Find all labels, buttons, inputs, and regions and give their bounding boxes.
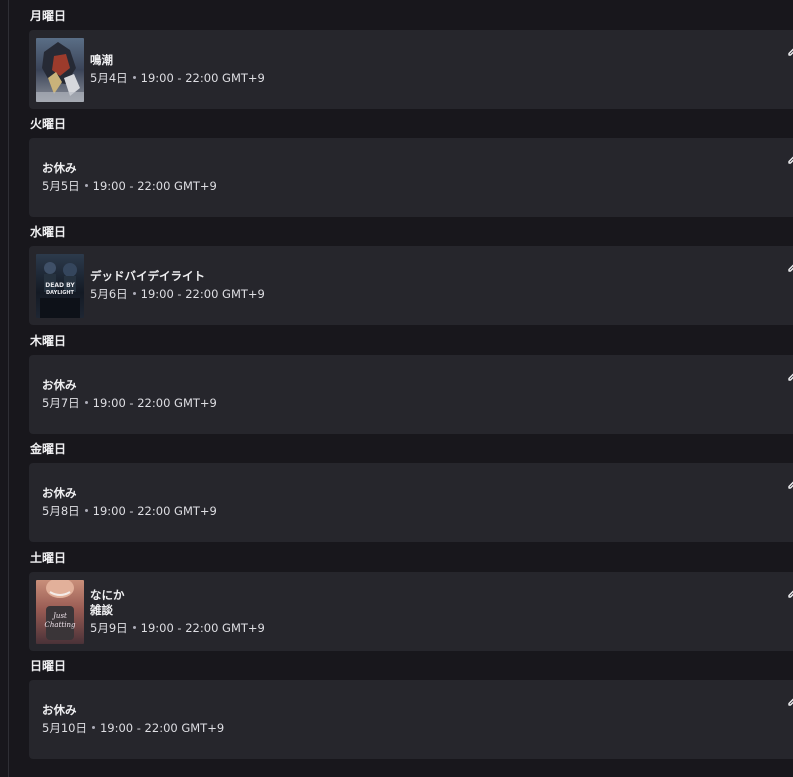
stream-time-range: 19:00 - 22:00 GMT+9: [92, 179, 217, 193]
schedule-card[interactable]: お休み 5月5日 19:00 - 22:00 GMT+9: [29, 138, 793, 217]
separator-dot: [132, 292, 136, 295]
pencil-icon: [788, 48, 793, 56]
stream-time-range: 19:00 - 22:00 GMT+9: [140, 287, 265, 301]
stream-title: なにか 雑談: [90, 587, 125, 617]
stream-time: 5月4日 19:00 - 22:00 GMT+9: [90, 71, 265, 86]
separator-dot: [132, 625, 136, 629]
day-label: 火曜日: [30, 117, 67, 131]
stream-title: お休み: [42, 486, 77, 500]
stream-time: 5月6日 19:00 - 22:00 GMT+9: [90, 287, 265, 302]
stream-date: 5月7日: [42, 396, 80, 410]
stream-time-range: 19:00 - 22:00 GMT+9: [99, 721, 225, 735]
separator-dot: [132, 76, 136, 79]
pencil-icon: [788, 698, 793, 706]
separator-dot: [84, 184, 88, 187]
edit-button[interactable]: [786, 365, 793, 383]
day-label: 金曜日: [30, 442, 67, 456]
stream-time: 5月7日 19:00 - 22:00 GMT+9: [42, 396, 217, 411]
stream-time: 5月5日 19:00 - 22:00 GMT+9: [42, 179, 217, 194]
day-label: 木曜日: [30, 334, 67, 348]
stream-time: 5月9日 19:00 - 22:00 GMT+9: [90, 621, 265, 636]
separator-dot: [91, 726, 95, 729]
day-label: 水曜日: [30, 225, 67, 239]
stream-date: 5月4日: [90, 71, 128, 85]
thumbnail-text: DEAD BY: [45, 282, 75, 289]
category-thumbnail: Just Chatting: [36, 580, 84, 644]
stream-date: 5月9日: [90, 620, 128, 635]
stream-time-range: 19:00 - 22:00 GMT+9: [92, 504, 217, 518]
day-label: 日曜日: [30, 659, 67, 673]
schedule-card[interactable]: お休み 5月7日 19:00 - 22:00 GMT+9: [29, 355, 793, 434]
stream-time-range: 19:00 - 22:00 GMT+9: [140, 620, 265, 635]
edit-button[interactable]: [786, 148, 793, 166]
stream-title: お休み: [42, 161, 77, 175]
left-divider: [8, 0, 9, 777]
pencil-icon: [788, 373, 793, 381]
schedule-card[interactable]: お休み 5月10日 19:00 - 22:00 GMT+9: [29, 680, 793, 759]
svg-text:DAYLIGHT: DAYLIGHT: [46, 290, 74, 296]
thumbnail-text: Just: [51, 612, 67, 620]
stream-title: デッドバイデイライト: [90, 269, 205, 283]
svg-text:Chatting: Chatting: [45, 621, 76, 629]
separator-dot: [84, 509, 88, 512]
pencil-icon: [788, 590, 793, 598]
category-thumbnail: DEAD BY DAYLIGHT: [36, 254, 84, 318]
stream-date: 5月8日: [42, 504, 80, 518]
stream-time-range: 19:00 - 22:00 GMT+9: [92, 396, 217, 410]
stream-date: 5月6日: [90, 287, 128, 301]
stream-title: お休み: [42, 378, 77, 392]
pencil-icon: [788, 481, 793, 489]
pencil-icon: [788, 156, 793, 164]
edit-button[interactable]: [786, 256, 793, 274]
stream-date: 5月5日: [42, 179, 80, 193]
day-label: 土曜日: [30, 551, 67, 565]
schedule-card[interactable]: DEAD BY DAYLIGHT デッドバイデイライト 5月6日 19:00 - …: [29, 246, 793, 325]
stream-title: お休み: [42, 703, 77, 717]
edit-button[interactable]: [786, 582, 793, 600]
stream-time: 5月10日 19:00 - 22:00 GMT+9: [42, 721, 224, 736]
schedule-card[interactable]: お休み 5月8日 19:00 - 22:00 GMT+9: [29, 463, 793, 542]
schedule-card[interactable]: 鳴潮 5月4日 19:00 - 22:00 GMT+9: [29, 30, 793, 109]
day-label: 月曜日: [30, 9, 67, 23]
edit-button[interactable]: [786, 40, 793, 58]
stream-title: 鳴潮: [90, 53, 113, 67]
stream-time: 5月8日 19:00 - 22:00 GMT+9: [42, 504, 217, 519]
schedule-card[interactable]: Just Chatting なにか 雑談 5月9日 19:00 - 22:00 G…: [29, 572, 793, 651]
stream-time-range: 19:00 - 22:00 GMT+9: [140, 71, 265, 85]
edit-button[interactable]: [786, 690, 793, 708]
category-thumbnail: [36, 38, 84, 102]
separator-dot: [84, 401, 88, 404]
stream-date: 5月10日: [42, 721, 87, 735]
edit-button[interactable]: [786, 473, 793, 491]
pencil-icon: [788, 264, 793, 272]
schedule-page: 月曜日 鳴潮 5月4日 19:00 - 22:00 GMT+9 火曜日 お休み …: [0, 0, 793, 777]
